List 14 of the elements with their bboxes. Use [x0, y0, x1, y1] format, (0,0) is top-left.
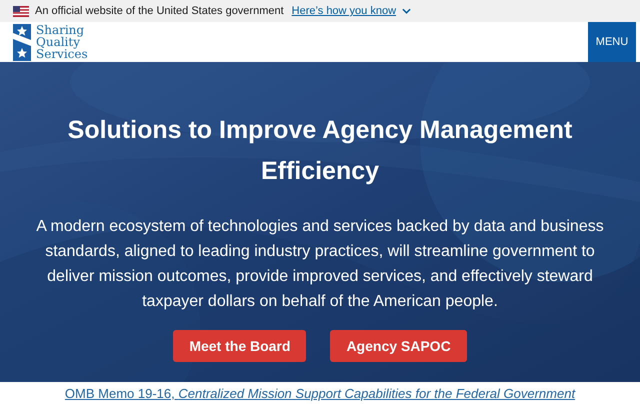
hero-button[interactable]: Agency SAPOC [330, 330, 467, 362]
flag-icon [13, 6, 29, 16]
hero-description: A modern ecosystem of technologies and services backed by data and business standards, aligned to leading industry practices, will streamline government to deliver mission outcomes, provide improved services, and effectively steward taxpayer dollars on behalf of the American people. [35, 217, 605, 312]
chevron-icon[interactable] [402, 8, 412, 14]
how-you-know-link[interactable]: Here’s how you know [292, 5, 396, 17]
menu-button[interactable]: MENU [588, 22, 636, 62]
banner-text: An official website of the United States government [35, 5, 284, 17]
logo-text[interactable]: Quality [36, 36, 88, 48]
memo-link[interactable]: OMB Memo 19-16, Centralized Mission Support Capabilities for the Federal Government [64, 386, 576, 400]
star-logo-icon[interactable] [13, 24, 31, 60]
hero-title: Solutions to Improve Agency Management Efficiency [66, 115, 574, 187]
logo-text[interactable]: Services [36, 48, 88, 60]
logo-text[interactable]: Sharing [36, 24, 88, 36]
hero-button[interactable]: Meet the Board [173, 330, 306, 362]
